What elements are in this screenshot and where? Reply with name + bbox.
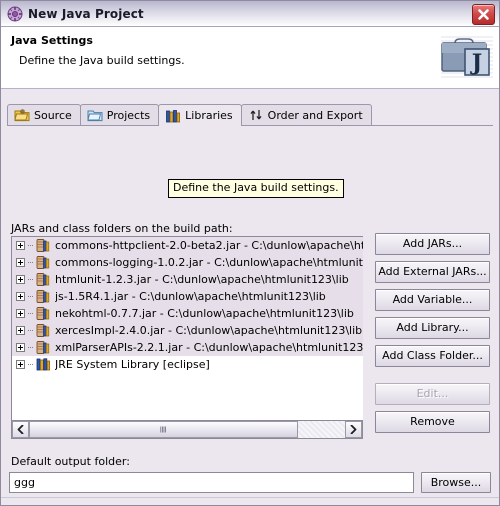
table-cell-entry: xercesImpl-2.4.0.jar - C:\dunlow\apache\…: [55, 324, 363, 337]
add-class-folder-button[interactable]: Add Class Folder...: [375, 345, 490, 367]
tree-connector: [28, 278, 33, 281]
close-icon[interactable]: [472, 4, 495, 25]
tree-connector: [28, 261, 33, 264]
jar-icon: [35, 238, 51, 253]
build-path-actions: Add JARs... Add External JARs... Add Var…: [375, 233, 490, 433]
tree-connector: [28, 346, 33, 349]
expand-icon[interactable]: [16, 292, 25, 301]
wizard-header: Java Settings Define the Java build sett…: [1, 27, 499, 89]
table-cell-entry: nekohtml-0.7.7.jar - C:\dunlow\apache\ht…: [55, 307, 354, 320]
remove-button[interactable]: Remove: [375, 411, 490, 433]
tab-projects[interactable]: Projects: [79, 104, 160, 125]
table-row[interactable]: xercesImpl-2.4.0.jar - C:\dunlow\apache\…: [12, 322, 363, 339]
dialog-body: Source Projects Libraries Order and Expo…: [1, 89, 499, 505]
jar-icon: [35, 255, 51, 270]
java-briefcase-icon: J: [435, 29, 493, 87]
table-cell-entry: JRE System Library [eclipse]: [55, 358, 210, 371]
source-folder-icon: [14, 108, 30, 122]
expand-icon[interactable]: [16, 275, 25, 284]
tree-connector: [28, 295, 33, 298]
add-external-jars-button[interactable]: Add External JARs...: [375, 261, 490, 283]
svg-text:J: J: [470, 50, 482, 76]
table-row[interactable]: commons-httpclient-2.0-beta2.jar - C:\du…: [12, 237, 363, 254]
table-cell-entry: commons-logging-1.0.2.jar - C:\dunlow\ap…: [55, 256, 363, 269]
new-java-project-dialog: New Java Project Java Settings Define th…: [0, 0, 500, 506]
tab-libraries-label: Libraries: [185, 109, 233, 122]
add-library-button[interactable]: Add Library...: [375, 317, 490, 339]
add-variable-button[interactable]: Add Variable...: [375, 289, 490, 311]
table-cell-entry: xmlParserAPIs-2.2.1.jar - C:\dunlow\apac…: [55, 341, 363, 354]
title-bar: New Java Project: [1, 1, 499, 27]
default-output-folder-label: Default output folder:: [11, 455, 130, 468]
grip-icon: [160, 426, 167, 433]
order-export-arrows-icon: [248, 108, 264, 122]
scrollbar-thumb[interactable]: [29, 421, 298, 438]
library-books-icon: [35, 357, 51, 372]
tree-connector: [28, 329, 33, 332]
tree-connector: [28, 363, 33, 366]
tab-source[interactable]: Source: [7, 104, 81, 125]
horizontal-scrollbar[interactable]: [11, 421, 363, 439]
table-cell-entry: commons-httpclient-2.0-beta2.jar - C:\du…: [55, 239, 363, 252]
build-path-label: JARs and class folders on the build path…: [11, 222, 233, 235]
default-output-folder-input[interactable]: [9, 472, 414, 493]
libraries-books-icon: [165, 109, 181, 123]
expand-icon[interactable]: [16, 360, 25, 369]
expand-icon[interactable]: [16, 343, 25, 352]
expand-icon[interactable]: [16, 326, 25, 335]
java-project-icon: [7, 6, 23, 22]
jar-icon: [35, 289, 51, 304]
expand-icon[interactable]: [16, 241, 25, 250]
build-path-list[interactable]: commons-httpclient-2.0-beta2.jar - C:\du…: [11, 236, 363, 421]
edit-button: Edit...: [375, 383, 490, 405]
tab-order-and-export-label: Order and Export: [267, 108, 363, 122]
scrollbar-track[interactable]: [29, 421, 345, 438]
jar-icon: [35, 306, 51, 321]
arrow-left-icon[interactable]: [12, 421, 29, 438]
table-cell-entry: js-1.5R4.1.jar - C:\dunlow\apache\htmlun…: [55, 290, 326, 303]
tooltip: Define the Java build settings.: [168, 179, 344, 198]
tab-strip: Source Projects Libraries Order and Expo…: [7, 103, 493, 126]
browse-button[interactable]: Browse...: [421, 472, 491, 493]
tree-connector: [28, 244, 33, 247]
table-row[interactable]: commons-logging-1.0.2.jar - C:\dunlow\ap…: [12, 254, 363, 271]
jar-icon: [35, 340, 51, 355]
table-row[interactable]: JRE System Library [eclipse]: [12, 356, 363, 373]
table-row[interactable]: js-1.5R4.1.jar - C:\dunlow\apache\htmlun…: [12, 288, 363, 305]
tab-projects-label: Projects: [106, 108, 151, 122]
table-row[interactable]: xmlParserAPIs-2.2.1.jar - C:\dunlow\apac…: [12, 339, 363, 356]
page-title: Java Settings: [11, 34, 93, 47]
tab-order-and-export[interactable]: Order and Export: [240, 104, 372, 125]
jar-icon: [35, 272, 51, 287]
tree-connector: [28, 312, 33, 315]
window-title: New Java Project: [28, 6, 144, 21]
tab-source-label: Source: [34, 108, 72, 122]
jar-icon: [35, 323, 51, 338]
window-bottom-edge: [1, 497, 499, 505]
table-cell-entry: htmlunit-1.2.3.jar - C:\dunlow\apache\ht…: [55, 273, 349, 286]
tab-libraries[interactable]: Libraries: [158, 104, 242, 126]
expand-icon[interactable]: [16, 309, 25, 318]
expand-icon[interactable]: [16, 258, 25, 267]
page-subtitle: Define the Java build settings.: [19, 54, 185, 67]
table-row[interactable]: htmlunit-1.2.3.jar - C:\dunlow\apache\ht…: [12, 271, 363, 288]
arrow-right-icon[interactable]: [345, 421, 362, 438]
add-jars-button[interactable]: Add JARs...: [375, 233, 490, 255]
table-row[interactable]: nekohtml-0.7.7.jar - C:\dunlow\apache\ht…: [12, 305, 363, 322]
projects-folder-icon: [87, 108, 103, 122]
